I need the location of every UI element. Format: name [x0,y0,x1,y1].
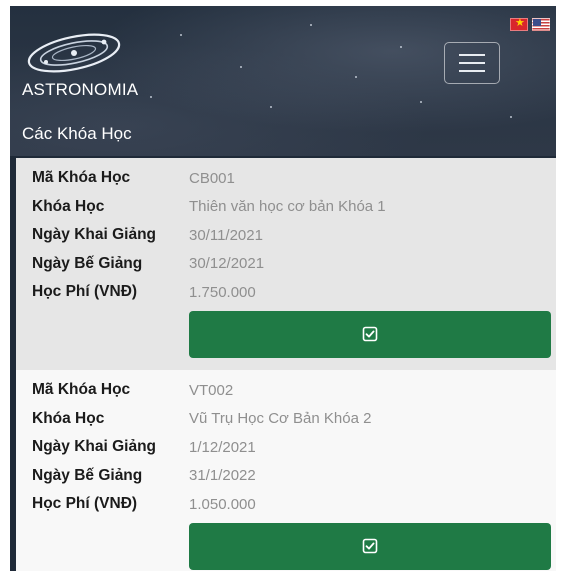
star [270,106,272,108]
language-switcher [510,16,550,31]
course-name-label: Khóa Học [32,197,105,215]
course-name-row: Khóa Học Vũ Trụ Học Cơ Bản Khóa 2 [32,405,546,434]
section-title: Các Khóa Học [22,124,132,143]
us-flag-icon[interactable] [532,18,550,31]
fee-value: 1.050.000 [189,495,256,513]
menu-bar [459,62,485,64]
enroll-button[interactable] [189,522,551,570]
course-name-label: Khóa Học [32,409,105,427]
course-code-value: CB001 [189,169,235,187]
astronomia-logo-icon[interactable] [24,28,124,78]
brand-name: ASTRONOMIA [22,80,139,99]
end-date-row: Ngày Bế Giảng 30/12/2021 [32,250,546,279]
start-date-label: Ngày Khai Giảng [32,438,157,456]
checkbox-check-icon [362,326,378,342]
course-card: Mã Khóa Học CB001 Khóa Học Thiên văn học… [16,158,556,370]
end-date-value: 30/12/2021 [189,255,265,273]
course-name-row: Khóa Học Thiên văn học cơ bản Khóa 1 [32,193,546,222]
menu-bar [459,70,485,72]
star [355,76,357,78]
start-date-row: Ngày Khai Giảng 1/12/2021 [32,433,546,462]
star [180,34,182,36]
course-code-label: Mã Khóa Học [32,169,131,187]
course-code-value: VT002 [189,381,234,399]
start-date-label: Ngày Khai Giảng [32,226,157,244]
star [150,96,152,98]
end-date-value: 31/1/2022 [189,467,256,485]
header: ASTRONOMIA Các Khóa Học [10,6,556,156]
start-date-value: 1/12/2021 [189,438,256,456]
fee-value: 1.750.000 [189,283,256,301]
course-code-row: Mã Khóa Học CB001 [32,164,546,193]
enroll-button[interactable] [189,310,551,358]
start-date-value: 30/11/2021 [189,226,263,244]
vietnam-flag-icon[interactable] [510,16,528,31]
star [310,24,312,26]
checkbox-check-icon [362,538,378,554]
star [510,116,512,118]
course-name-value: Vũ Trụ Học Cơ Bản Khóa 2 [189,410,372,428]
hamburger-menu-icon[interactable] [444,42,500,84]
star [400,46,402,48]
star [420,101,422,103]
fee-label: Học Phí (VNĐ) [32,495,138,513]
fee-label: Học Phí (VNĐ) [32,283,138,301]
fee-row: Học Phí (VNĐ) 1.750.000 [32,278,546,307]
course-code-row: Mã Khóa Học VT002 [32,376,546,405]
menu-bar [459,54,485,56]
fee-row: Học Phí (VNĐ) 1.050.000 [32,490,546,519]
start-date-row: Ngày Khai Giảng 30/11/2021 [32,221,546,250]
star [240,66,242,68]
course-name-value: Thiên văn học cơ bản Khóa 1 [189,198,386,216]
end-date-row: Ngày Bế Giảng 31/1/2022 [32,462,546,491]
course-code-label: Mã Khóa Học [32,381,131,399]
app-frame: ASTRONOMIA Các Khóa Học Mã Khóa Học CB00… [10,6,556,571]
course-card: Mã Khóa Học VT002 Khóa Học Vũ Trụ Học Cơ… [16,370,556,571]
end-date-label: Ngày Bế Giảng [32,254,143,272]
end-date-label: Ngày Bế Giảng [32,466,143,484]
